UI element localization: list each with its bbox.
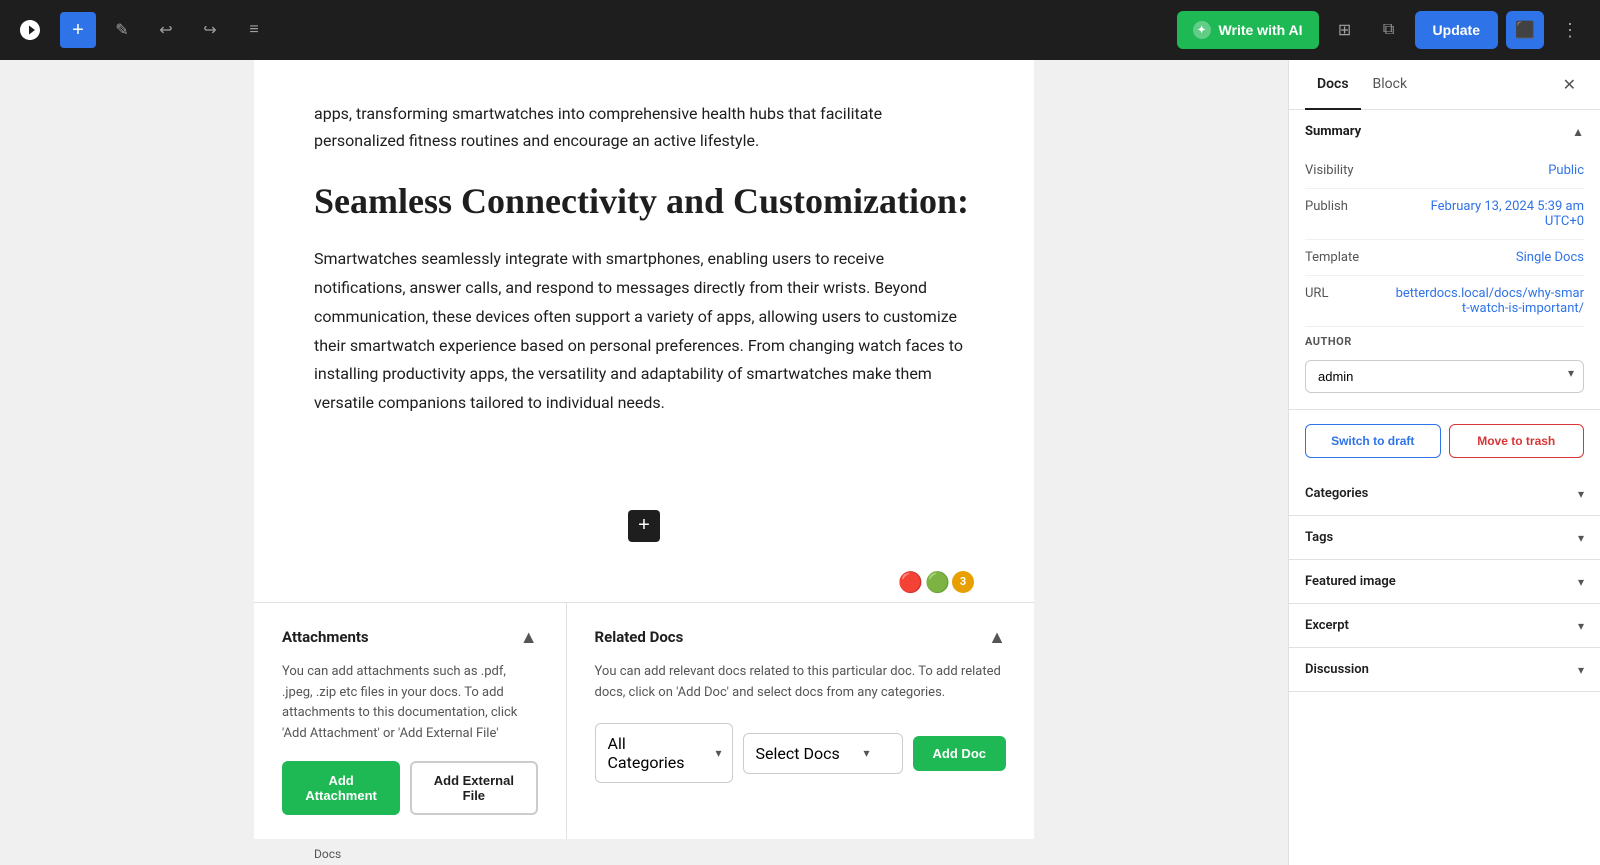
docs-label-text: Docs bbox=[314, 847, 341, 861]
author-select[interactable]: admin bbox=[1305, 360, 1584, 393]
template-row: Template Single Docs bbox=[1305, 240, 1584, 276]
author-label: AUTHOR bbox=[1305, 335, 1584, 348]
main-area: apps, transforming smartwatches into com… bbox=[0, 60, 1600, 865]
categories-arrow: ▾ bbox=[1578, 487, 1584, 501]
select-docs-label: Select Docs bbox=[756, 744, 840, 763]
featured-image-section: Featured image ▾ bbox=[1289, 560, 1600, 604]
attachments-collapse-button[interactable]: ▲ bbox=[520, 627, 538, 648]
summary-content: Visibility Public Publish February 13, 2… bbox=[1289, 153, 1600, 409]
all-categories-label: All Categories bbox=[608, 734, 704, 772]
summary-toggle-icon: ▲ bbox=[1572, 125, 1584, 139]
url-row: URL betterdocs.local/docs/why-smart-watc… bbox=[1305, 276, 1584, 327]
attachments-panel: Attachments ▲ You can add attachments su… bbox=[254, 603, 567, 839]
add-doc-button[interactable]: Add Doc bbox=[913, 736, 1006, 771]
featured-image-expand[interactable]: Featured image ▾ bbox=[1289, 560, 1600, 603]
add-block-inline-button[interactable]: + bbox=[628, 510, 660, 542]
write-with-ai-button[interactable]: ✦ Write with AI bbox=[1177, 11, 1319, 49]
template-value[interactable]: Single Docs bbox=[1516, 250, 1584, 265]
excerpt-arrow: ▾ bbox=[1578, 619, 1584, 633]
tab-block[interactable]: Block bbox=[1361, 60, 1420, 110]
notification-badge: 3 bbox=[952, 571, 974, 593]
template-label: Template bbox=[1305, 250, 1385, 265]
visibility-row: Visibility Public bbox=[1305, 153, 1584, 189]
url-label: URL bbox=[1305, 286, 1385, 301]
editor-heading[interactable]: Seamless Connectivity and Customization: bbox=[314, 178, 974, 225]
excerpt-label: Excerpt bbox=[1305, 618, 1349, 633]
attachments-title: Attachments bbox=[282, 628, 369, 646]
tab-docs[interactable]: Docs bbox=[1305, 60, 1361, 110]
tags-label: Tags bbox=[1305, 530, 1333, 545]
editor-main-paragraph[interactable]: Smartwatches seamlessly integrate with s… bbox=[314, 245, 974, 418]
write-ai-label: Write with AI bbox=[1219, 22, 1303, 38]
categories-expand[interactable]: Categories ▾ bbox=[1289, 472, 1600, 515]
attachments-header: Attachments ▲ bbox=[282, 627, 538, 648]
discussion-arrow: ▾ bbox=[1578, 663, 1584, 677]
related-docs-description: You can add relevant docs related to thi… bbox=[595, 662, 1006, 704]
docs-bottom-label: Docs bbox=[254, 839, 1034, 865]
close-sidebar-button[interactable]: ✕ bbox=[1555, 67, 1584, 103]
add-block-toolbar-button[interactable]: + bbox=[60, 12, 96, 48]
featured-image-label: Featured image bbox=[1305, 574, 1396, 589]
related-docs-panel: Related Docs ▲ You can add relevant docs… bbox=[567, 603, 1034, 839]
redo-button[interactable]: ↪ bbox=[192, 12, 228, 48]
summary-section-header[interactable]: Summary ▲ bbox=[1289, 110, 1600, 153]
editor-area: apps, transforming smartwatches into com… bbox=[0, 60, 1288, 865]
editor-content: apps, transforming smartwatches into com… bbox=[254, 60, 1034, 498]
related-docs-collapse-button[interactable]: ▲ bbox=[988, 627, 1006, 648]
attachments-buttons: Add Attachment Add External File bbox=[282, 761, 538, 815]
visibility-value[interactable]: Public bbox=[1548, 163, 1584, 178]
attachments-description: You can add attachments such as .pdf, .j… bbox=[282, 662, 538, 745]
editor-intro-paragraph: apps, transforming smartwatches into com… bbox=[314, 100, 974, 154]
categories-dropdown-arrow: ▾ bbox=[716, 746, 732, 760]
select-docs-wrapper[interactable]: Select Docs ▾ bbox=[743, 733, 903, 774]
view-button[interactable]: ⊞ bbox=[1327, 12, 1363, 48]
url-value[interactable]: betterdocs.local/docs/why-smart-watch-is… bbox=[1393, 286, 1584, 316]
tags-expand[interactable]: Tags ▾ bbox=[1289, 516, 1600, 559]
related-docs-title: Related Docs bbox=[595, 628, 684, 646]
update-button[interactable]: Update bbox=[1415, 11, 1498, 49]
categories-select-wrapper[interactable]: All Categories ▾ bbox=[595, 723, 733, 783]
excerpt-section: Excerpt ▾ bbox=[1289, 604, 1600, 648]
emoji-row: 🔴 🟢 3 bbox=[254, 562, 1034, 602]
summary-title: Summary bbox=[1305, 124, 1361, 139]
right-sidebar: Docs Block ✕ Summary ▲ Visibility Public… bbox=[1288, 60, 1600, 865]
author-wrapper: admin bbox=[1305, 352, 1584, 393]
move-to-trash-button[interactable]: Move to trash bbox=[1449, 424, 1585, 458]
external-link-button[interactable]: ⧉ bbox=[1371, 12, 1407, 48]
wordpress-logo[interactable] bbox=[12, 12, 48, 48]
related-docs-header: Related Docs ▲ bbox=[595, 627, 1006, 648]
visibility-label: Visibility bbox=[1305, 163, 1385, 178]
emoji-red: 🔴 bbox=[898, 570, 923, 594]
discussion-expand[interactable]: Discussion ▾ bbox=[1289, 648, 1600, 691]
publish-row: Publish February 13, 2024 5:39 am UTC+0 bbox=[1305, 189, 1584, 240]
main-toolbar: + ✎ ↩ ↪ ≡ ✦ Write with AI ⊞ ⧉ Update ⬛ ⋮ bbox=[0, 0, 1600, 60]
featured-image-arrow: ▾ bbox=[1578, 575, 1584, 589]
publish-value[interactable]: February 13, 2024 5:39 am UTC+0 bbox=[1393, 199, 1584, 229]
discussion-section: Discussion ▾ bbox=[1289, 648, 1600, 692]
switch-to-draft-button[interactable]: Switch to draft bbox=[1305, 424, 1441, 458]
settings-button[interactable]: ⬛ bbox=[1506, 11, 1544, 49]
edit-toolbar-button[interactable]: ✎ bbox=[104, 12, 140, 48]
discussion-label: Discussion bbox=[1305, 662, 1369, 677]
summary-section: Summary ▲ Visibility Public Publish Febr… bbox=[1289, 110, 1600, 410]
publish-label: Publish bbox=[1305, 199, 1385, 214]
add-external-file-button[interactable]: Add External File bbox=[410, 761, 537, 815]
blocks-area: Attachments ▲ You can add attachments su… bbox=[254, 602, 1034, 839]
more-options-button[interactable]: ⋮ bbox=[1552, 12, 1588, 48]
emoji-green: 🟢 bbox=[925, 570, 950, 594]
list-view-button[interactable]: ≡ bbox=[236, 12, 272, 48]
ai-icon: ✦ bbox=[1193, 21, 1211, 39]
undo-button[interactable]: ↩ bbox=[148, 12, 184, 48]
related-docs-controls: All Categories ▾ Select Docs ▾ Add Doc bbox=[595, 723, 1006, 783]
tags-section: Tags ▾ bbox=[1289, 516, 1600, 560]
action-buttons: Switch to draft Move to trash bbox=[1289, 410, 1600, 472]
excerpt-expand[interactable]: Excerpt ▾ bbox=[1289, 604, 1600, 647]
sidebar-tabs: Docs Block ✕ bbox=[1289, 60, 1600, 110]
categories-label: Categories bbox=[1305, 486, 1368, 501]
categories-section: Categories ▾ bbox=[1289, 472, 1600, 516]
tags-arrow: ▾ bbox=[1578, 531, 1584, 545]
add-attachment-button[interactable]: Add Attachment bbox=[282, 761, 400, 815]
select-docs-arrow: ▾ bbox=[864, 746, 880, 760]
